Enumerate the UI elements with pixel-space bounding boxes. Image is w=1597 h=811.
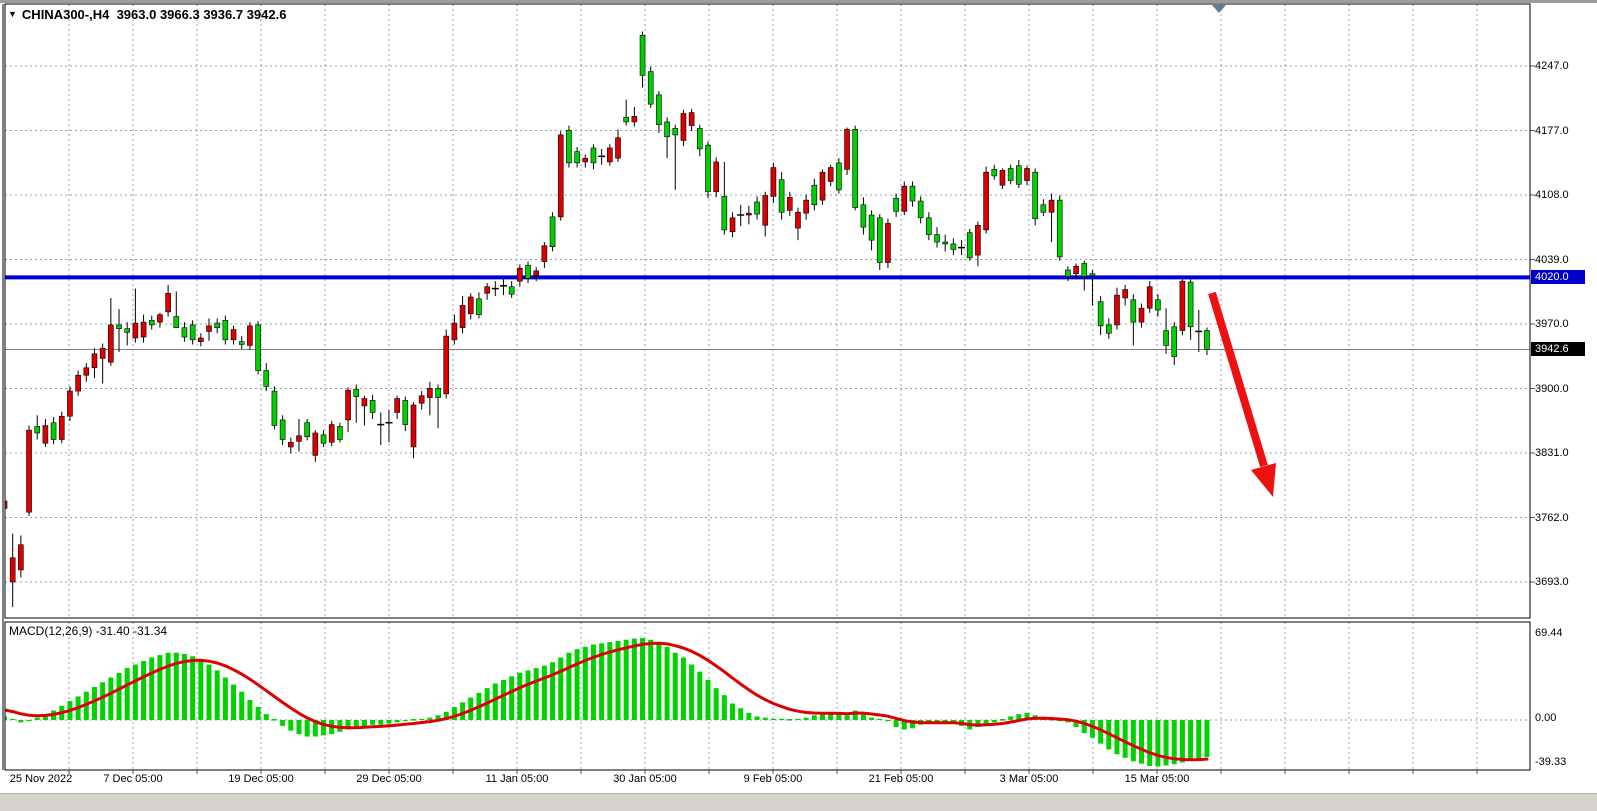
chart-ohlc-readout: 3963.0 3966.3 3936.7 3942.6	[117, 7, 287, 22]
chart-symbol-period: CHINA300-,H4	[22, 7, 109, 22]
time-tick-label: 21 Feb 05:00	[869, 773, 934, 785]
time-tick-label: 11 Jan 05:00	[486, 773, 549, 785]
time-tick-label: 19 Dec 05:00	[228, 773, 293, 785]
price-tick-label: 3693.0	[1535, 576, 1569, 588]
chart-title: ▼ CHINA300-,H4 3963.0 3966.3 3936.7 3942.…	[8, 7, 286, 22]
macd-tick-label: 69.44	[1535, 627, 1563, 639]
time-tick-label: 25 Nov 2022	[10, 773, 72, 785]
time-tick-label: 3 Mar 05:00	[1000, 773, 1059, 785]
time-tick-label: 9 Feb 05:00	[744, 773, 803, 785]
price-tick-label: 3970.0	[1535, 318, 1569, 330]
macd-tick-label: 0.00	[1535, 712, 1556, 724]
window-bottom-edge	[0, 793, 1597, 811]
price-tick-label: 3762.0	[1535, 512, 1569, 524]
price-tick-label: 4108.0	[1535, 189, 1569, 201]
mt4-chart-window: ▼ CHINA300-,H4 3963.0 3966.3 3936.7 3942.…	[0, 0, 1597, 811]
blue-line-price-tag: 4020.0	[1531, 270, 1585, 284]
price-tick-label: 4247.0	[1535, 60, 1569, 72]
time-tick-label: 7 Dec 05:00	[103, 773, 162, 785]
time-tick-label: 30 Jan 05:00	[613, 773, 677, 785]
macd-indicator-label: MACD(12,26,9) -31.40 -31.34	[9, 624, 167, 638]
price-tick-label: 4039.0	[1535, 254, 1569, 266]
price-chart-canvas[interactable]	[0, 0, 1597, 811]
price-tick-label: 3831.0	[1535, 447, 1569, 459]
symbol-dropdown-arrow-icon[interactable]: ▼	[8, 9, 17, 19]
time-tick-label: 29 Dec 05:00	[356, 773, 421, 785]
panel-splitter[interactable]	[5, 619, 1530, 621]
price-tick-label: 4177.0	[1535, 125, 1569, 137]
time-tick-label: 15 Mar 05:00	[1125, 773, 1190, 785]
price-tick-label: 3900.0	[1535, 383, 1569, 395]
last-price-tag: 3942.6	[1531, 342, 1585, 356]
chart-shift-marker-icon[interactable]	[1212, 5, 1226, 13]
macd-tick-label: -39.33	[1535, 756, 1566, 768]
